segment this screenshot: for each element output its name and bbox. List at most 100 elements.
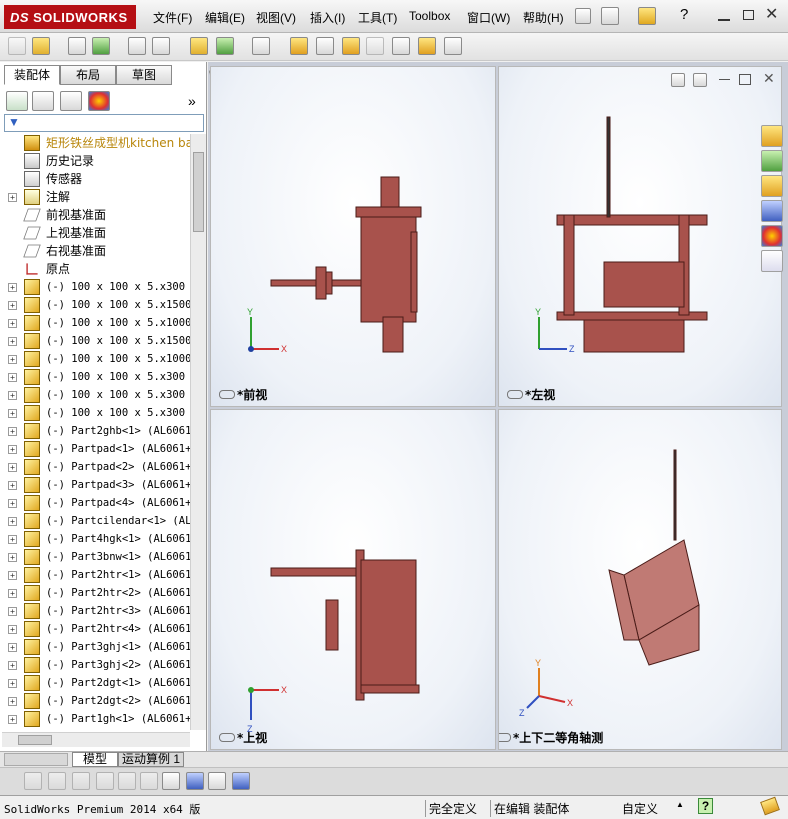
expand-icon[interactable]: + xyxy=(8,607,17,616)
tree-item[interactable]: 传感器 xyxy=(2,170,190,188)
exploded-view-icon[interactable] xyxy=(342,37,360,55)
menu-view[interactable]: 视图(V) xyxy=(256,9,296,26)
close-icon[interactable]: ✕ xyxy=(765,4,778,24)
expand-icon[interactable]: + xyxy=(8,499,17,508)
units-up-arrow-icon[interactable]: ▲ xyxy=(676,800,684,809)
tree-item[interactable]: + (-) Part2htr<1> (AL6061+无 xyxy=(2,566,190,584)
show-hidden-icon[interactable] xyxy=(190,37,208,55)
explode-line-sketch-icon[interactable] xyxy=(366,37,384,55)
two-view-icon[interactable] xyxy=(186,772,204,790)
new-document-icon[interactable] xyxy=(601,7,619,25)
expand-icon[interactable]: + xyxy=(8,463,17,472)
tree-item[interactable]: + (-) Part2htr<4> (AL6061+无 xyxy=(2,620,190,638)
linear-pattern-icon[interactable] xyxy=(92,37,110,55)
viewport-front[interactable]: Y X *前视 xyxy=(210,66,496,407)
menu-file[interactable]: 文件(F) xyxy=(153,9,192,26)
new-motion-study-icon[interactable] xyxy=(290,37,308,55)
tree-item[interactable]: 前视基准面 xyxy=(2,206,190,224)
menu-help[interactable]: 帮助(H) xyxy=(523,9,564,26)
hidden-lines-icon[interactable] xyxy=(96,772,114,790)
hscroll-thumb[interactable] xyxy=(18,735,52,745)
tab-model[interactable]: 模型 xyxy=(72,752,118,767)
paperclip-icon[interactable] xyxy=(68,37,86,55)
help-question-icon[interactable]: ? xyxy=(680,6,688,23)
perspective-icon[interactable] xyxy=(140,772,158,790)
tag-icon[interactable] xyxy=(760,796,780,816)
tree-item[interactable]: + (-) Part1gh<1> (AL6061+无 xyxy=(2,710,190,728)
tree-item[interactable]: + (-) Part3bnw<1> (AL6061+无 xyxy=(2,548,190,566)
expand-icon[interactable]: + xyxy=(8,373,17,382)
expand-panel-button[interactable]: » xyxy=(188,93,196,109)
property-manager-tab-icon[interactable] xyxy=(32,91,54,111)
quick-help-button[interactable]: ? xyxy=(698,798,713,814)
menu-window[interactable]: 窗口(W) xyxy=(467,9,510,26)
tree-item[interactable]: 原点 xyxy=(2,260,190,278)
wireframe-icon[interactable] xyxy=(72,772,90,790)
appearances-scenes-icon[interactable] xyxy=(761,225,783,247)
expand-icon[interactable]: + xyxy=(8,553,17,562)
tree-item[interactable]: + (-) Part2ghb<1> (AL6061+无 xyxy=(2,422,190,440)
tree-item[interactable]: 历史记录 xyxy=(2,152,190,170)
tree-item[interactable]: + (-) Partpad<1> (AL6061+无 xyxy=(2,440,190,458)
expand-icon[interactable]: + xyxy=(8,193,17,202)
expand-icon[interactable]: + xyxy=(8,697,17,706)
expand-icon[interactable]: + xyxy=(8,481,17,490)
file-explorer-icon[interactable] xyxy=(761,175,783,197)
single-view-icon[interactable] xyxy=(162,772,180,790)
viewport-left[interactable]: ✕ Y Z *左视 xyxy=(498,66,782,407)
menu-toolbox[interactable]: Toolbox xyxy=(409,9,450,23)
expand-icon[interactable]: + xyxy=(8,625,17,634)
expand-icon[interactable]: + xyxy=(8,661,17,670)
tree-item[interactable]: + (-) 100 x 100 x 5.x300 ga xyxy=(2,404,190,422)
minimize-icon[interactable] xyxy=(718,9,730,21)
expand-icon[interactable]: + xyxy=(8,643,17,652)
four-view-icon[interactable] xyxy=(208,772,226,790)
tree-item[interactable]: + (-) 100 x 100 x 5.x1500 f xyxy=(2,296,190,314)
tree-item[interactable]: 上视基准面 xyxy=(2,224,190,242)
expand-icon[interactable]: + xyxy=(8,391,17,400)
tree-item[interactable]: + (-) 100 x 100 x 5.x300 ga xyxy=(2,386,190,404)
tree-item[interactable]: + (-) Partpad<2> (AL6061+无 xyxy=(2,458,190,476)
solidworks-resources-icon[interactable] xyxy=(761,125,783,147)
expand-icon[interactable]: + xyxy=(8,589,17,598)
tree-item[interactable]: + (-) Part3ghj<2> (AL6061+无 xyxy=(2,656,190,674)
mate-icon[interactable] xyxy=(32,37,50,55)
expand-icon[interactable]: + xyxy=(8,535,17,544)
insert-component-icon[interactable] xyxy=(8,37,26,55)
draft-quality-icon[interactable] xyxy=(118,772,136,790)
configuration-manager-tab-icon[interactable] xyxy=(60,91,82,111)
expand-icon[interactable]: + xyxy=(8,445,17,454)
view-palette-icon[interactable] xyxy=(761,200,783,222)
solidworks-logo[interactable]: DS SOLIDWORKS xyxy=(4,5,136,29)
expand-icon[interactable]: + xyxy=(8,679,17,688)
tab-sketch[interactable]: 草图 xyxy=(116,65,172,85)
tree-item[interactable]: + (-) 100 x 100 x 5.x1500 f xyxy=(2,332,190,350)
tree-item[interactable]: 右视基准面 xyxy=(2,242,190,260)
tree-item[interactable]: + (-) Partcilendar<1> (AL60 xyxy=(2,512,190,530)
tree-item[interactable]: + (-) Part2htr<2> (AL6061+无 xyxy=(2,584,190,602)
filter-input[interactable]: ▼ xyxy=(4,114,204,132)
tab-motion-study[interactable]: 运动算例 1 xyxy=(118,752,184,767)
interference-detection-icon[interactable] xyxy=(392,37,410,55)
tree-horizontal-scrollbar[interactable] xyxy=(2,732,190,747)
smart-fastener-icon[interactable] xyxy=(128,37,146,55)
tree-item[interactable]: + (-) Part2dgt<2> (AL6061+无 xyxy=(2,692,190,710)
custom-properties-icon[interactable] xyxy=(761,250,783,272)
expand-icon[interactable]: + xyxy=(8,517,17,526)
link-views-icon[interactable] xyxy=(232,772,250,790)
reference-geometry-icon[interactable] xyxy=(252,37,270,55)
tree-item[interactable]: + (-) Part4hgk<1> (AL6061+无 xyxy=(2,530,190,548)
open-folder-icon[interactable] xyxy=(638,7,656,25)
design-library-icon[interactable] xyxy=(761,150,783,172)
assembly-features-icon[interactable] xyxy=(216,37,234,55)
tab-scroll-arrows[interactable] xyxy=(4,753,68,766)
expand-icon[interactable]: + xyxy=(8,319,17,328)
clearance-verification-icon[interactable] xyxy=(418,37,436,55)
move-component-icon[interactable] xyxy=(152,37,170,55)
hole-alignment-icon[interactable] xyxy=(444,37,462,55)
tree-vertical-scrollbar[interactable] xyxy=(190,134,206,730)
tree-item[interactable]: + (-) Partpad<3> (AL6061+无 xyxy=(2,476,190,494)
display-manager-tab-icon[interactable] xyxy=(88,91,110,111)
tree-item[interactable]: + (-) 100 x 100 x 5.x1000 g xyxy=(2,314,190,332)
expand-icon[interactable]: + xyxy=(8,301,17,310)
